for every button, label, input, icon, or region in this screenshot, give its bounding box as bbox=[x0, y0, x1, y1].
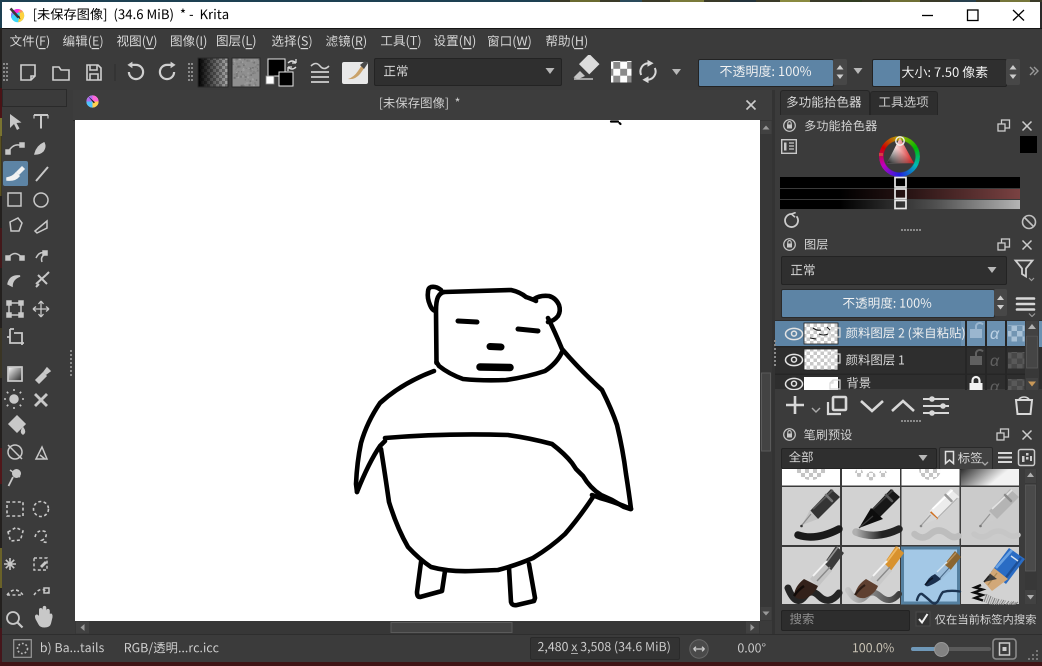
svg-text:α: α bbox=[990, 326, 1000, 343]
svg-text:α: α bbox=[990, 379, 1000, 390]
svg-text:α: α bbox=[990, 353, 1000, 370]
